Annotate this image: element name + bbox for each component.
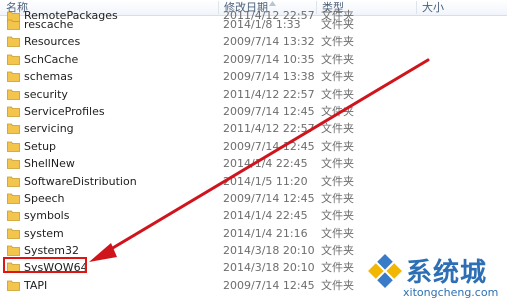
file-name: rescache <box>24 18 74 31</box>
file-type: 文件夹 <box>321 52 354 66</box>
folder-icon <box>7 193 20 204</box>
file-type: 文件夹 <box>321 244 354 258</box>
file-name: Resources <box>24 35 81 49</box>
list-item[interactable]: Resources 2009/7/14 13:32 文件夹 <box>0 33 507 50</box>
file-type: 文件夹 <box>321 122 354 136</box>
file-type: 文件夹 <box>321 87 354 101</box>
modified-date: 2014/1/8 1:33 <box>223 18 301 31</box>
file-type: 文件夹 <box>321 18 354 31</box>
modified-date: 2014/3/18 20:10 <box>223 261 315 275</box>
modified-date: 2011/4/12 22:57 <box>223 87 315 101</box>
list-item[interactable]: SchCache 2009/7/14 10:35 文件夹 <box>0 51 507 68</box>
watermark-domain: xitongcheng.com <box>403 286 499 299</box>
file-type: 文件夹 <box>321 278 354 292</box>
file-name: security <box>24 87 68 101</box>
file-name: servicing <box>24 122 74 136</box>
watermark-brand: 系统城 <box>406 258 488 288</box>
list-item[interactable]: Setup 2009/7/14 12:45 文件夹 <box>0 138 507 155</box>
file-type: 文件夹 <box>321 209 354 223</box>
list-item[interactable]: ServiceProfiles 2009/7/14 12:45 文件夹 <box>0 103 507 120</box>
list-item[interactable]: Speech 2009/7/14 12:45 文件夹 <box>0 190 507 207</box>
modified-date: 2014/1/5 11:20 <box>223 174 308 188</box>
modified-date: 2014/3/18 20:10 <box>223 244 315 258</box>
list-item[interactable]: security 2011/4/12 22:57 文件夹 <box>0 86 507 103</box>
modified-date: 2009/7/14 13:32 <box>223 35 315 49</box>
file-name: SchCache <box>24 52 79 66</box>
file-name: symbols <box>24 209 70 223</box>
file-type: 文件夹 <box>321 191 354 205</box>
list-item[interactable]: SoftwareDistribution 2014/1/5 11:20 文件夹 <box>0 173 507 190</box>
list-item[interactable]: ShellNew 2014/1/4 22:45 文件夹 <box>0 155 507 172</box>
folder-icon <box>7 141 20 152</box>
file-type: 文件夹 <box>321 174 354 188</box>
list-item[interactable]: servicing 2011/4/12 22:57 文件夹 <box>0 120 507 137</box>
file-type: 文件夹 <box>321 261 354 275</box>
file-name: Setup <box>24 139 57 153</box>
modified-date: 2009/7/14 12:45 <box>223 104 315 118</box>
folder-icon <box>7 158 20 170</box>
diamond-logo-icon <box>368 254 402 288</box>
file-type: 文件夹 <box>321 226 354 240</box>
list-item[interactable]: system 2014/1/4 21:16 文件夹 <box>0 225 507 242</box>
folder-icon <box>7 245 20 256</box>
file-name: ShellNew <box>24 157 75 171</box>
folder-icon <box>7 54 20 65</box>
list-item[interactable]: schemas 2009/7/14 13:38 文件夹 <box>0 68 507 85</box>
file-type: 文件夹 <box>321 157 354 171</box>
file-name: schemas <box>24 70 73 84</box>
modified-date: 2011/4/12 22:57 <box>223 122 315 136</box>
modified-date: 2014/1/4 22:45 <box>223 157 308 171</box>
file-type: 文件夹 <box>321 70 354 84</box>
folder-icon <box>7 106 20 117</box>
modified-date: 2009/7/14 12:45 <box>223 191 315 205</box>
file-name: Speech <box>24 191 65 205</box>
file-type: 文件夹 <box>321 104 354 118</box>
folder-icon <box>7 19 20 30</box>
folder-icon <box>7 71 20 83</box>
list-item[interactable]: symbols 2014/1/4 22:45 文件夹 <box>0 207 507 224</box>
file-name: TAPI <box>24 278 48 292</box>
modified-date: 2014/1/4 22:45 <box>223 209 308 223</box>
watermark: 系统城 xitongcheng.com <box>362 252 507 308</box>
modified-date: 2009/7/14 12:45 <box>223 278 315 292</box>
modified-date: 2009/7/14 13:38 <box>223 70 315 84</box>
column-header-size[interactable]: 大小 <box>416 0 507 15</box>
modified-date: 2009/7/14 12:45 <box>223 139 315 153</box>
file-type: 文件夹 <box>321 139 354 153</box>
folder-icon <box>7 228 20 239</box>
folder-icon <box>7 210 20 222</box>
folder-icon <box>7 89 20 100</box>
folder-icon <box>7 280 20 291</box>
folder-icon <box>7 123 20 135</box>
list-item[interactable]: rescache 2014/1/8 1:33 文件夹 <box>0 16 507 33</box>
file-name: ServiceProfiles <box>24 104 105 118</box>
modified-date: 2009/7/14 10:35 <box>223 52 315 66</box>
modified-date: 2014/1/4 21:16 <box>223 226 308 240</box>
folder-icon <box>7 176 20 187</box>
file-name: SoftwareDistribution <box>24 174 137 188</box>
folder-icon <box>7 36 20 48</box>
file-type: 文件夹 <box>321 35 354 49</box>
system32-highlight-box <box>3 257 87 273</box>
file-name: system <box>24 226 64 240</box>
